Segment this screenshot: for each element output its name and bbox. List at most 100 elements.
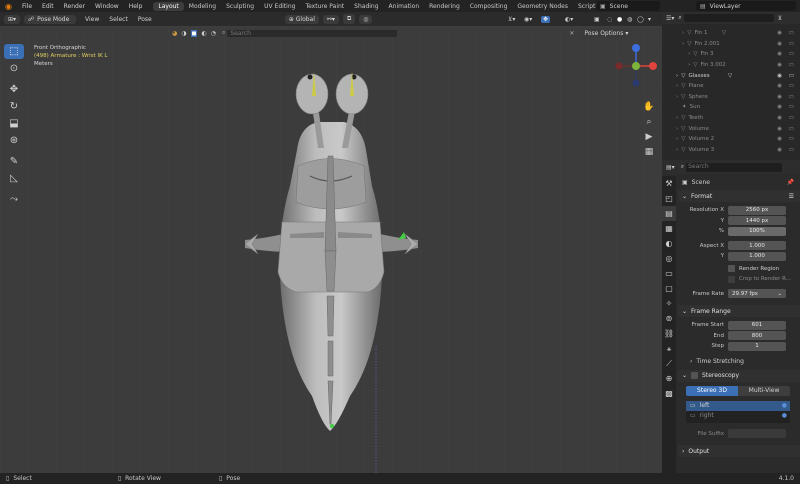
eye-icon[interactable]: ◉ [777,30,782,36]
pose-options-dropdown[interactable]: Pose Options ▾ [580,28,633,38]
expand-icon[interactable]: › [676,126,678,132]
section-stereoscopy[interactable]: ⌄ Stereoscopy [678,369,800,382]
eye-icon[interactable]: ◉ [777,51,782,57]
view-right-row[interactable]: ▭ right ● [686,411,790,421]
world-tab-icon[interactable]: ◎ [662,251,676,266]
rotate-tool-icon[interactable]: ↻ [4,99,24,114]
aspect-x-field[interactable]: 1.000 [728,241,786,251]
tab-compositing[interactable]: Compositing [465,2,513,11]
shading-material-icon[interactable]: ◍ [627,16,632,23]
expand-icon[interactable]: › [682,30,684,36]
pin-icon[interactable]: 📌 [787,179,794,186]
annotate-tool-icon[interactable]: ✎ [4,154,24,169]
camera-icon[interactable]: ▭ [789,126,794,132]
expand-icon[interactable]: › [676,115,678,121]
transform-orientation-dropdown[interactable]: ⊕ Global [284,14,319,24]
bone-constraints-tab-icon[interactable]: ⊕ [662,371,676,386]
outliner-item-glasses[interactable]: › ▽ Glasses ▽ ◉ ▭ [662,70,800,81]
overlay-toggle[interactable]: ◐▾ [565,16,573,23]
stereo-3d-button[interactable]: Stereo 3D [686,385,738,396]
editor-type-button[interactable]: ⊞▾ [4,14,21,24]
scene-tab-icon[interactable]: ◐ [662,236,676,251]
camera-icon[interactable]: ▭ [789,136,794,142]
expand-icon[interactable]: › [688,51,690,57]
asset-browser-icon[interactable]: ◕ [172,30,177,37]
view-layer-tab-icon[interactable]: ▦ [662,221,676,236]
object-tab-icon[interactable]: ▢ [662,281,676,296]
outliner-item-sun[interactable]: ✦ Sun ◉ ▭ [662,102,800,113]
section-output[interactable]: › Output [678,445,800,457]
texture-tab-icon[interactable]: ▩ [662,386,676,401]
eye-icon[interactable]: ◉ [777,83,782,89]
render-region-checkbox[interactable] [728,265,735,273]
frame-step-field[interactable]: 1 [728,341,786,351]
camera-icon[interactable]: ▭ [789,115,794,121]
eye-icon[interactable]: ◉ [777,136,782,142]
camera-icon[interactable]: ▭ [789,147,794,153]
frame-start-field[interactable]: 601 [728,320,786,330]
enabled-dot-icon[interactable]: ● [782,402,787,409]
camera-icon[interactable]: ▭ [789,104,794,110]
outliner-item-volume-3[interactable]: › ▽ Volume 3 ◉ ▭ [662,145,800,156]
eye-icon[interactable]: ◉ [777,94,782,100]
eye-icon[interactable]: ◉ [777,115,782,121]
outliner-editor-icon[interactable]: ☰▾ [666,15,674,22]
camera-icon[interactable]: ▭ [789,73,794,79]
close-search-icon[interactable]: ✕ [569,30,574,37]
view-left-row[interactable]: ▭ left ● [686,400,790,411]
tab-modeling[interactable]: Modeling [184,2,221,11]
camera-icon[interactable]: ▭ [789,41,794,47]
subsection-time-stretching[interactable]: › Time Stretching [678,356,800,368]
eye-icon[interactable]: ◉ [777,73,782,79]
tab-texture-paint[interactable]: Texture Paint [300,2,349,11]
camera-icon[interactable]: ▭ [789,94,794,100]
visibility-icon[interactable]: ◉▾ [524,16,532,23]
outliner-filter-icon[interactable]: ⊻ [778,15,782,22]
expand-icon[interactable]: › [676,136,678,142]
camera-icon[interactable]: ▭ [789,62,794,68]
properties-search-input[interactable]: Search [686,162,783,172]
shading-options-icon[interactable]: ▾ [648,16,651,23]
menu-select[interactable]: Select [104,16,133,23]
aspect-y-field[interactable]: 1.000 [728,251,786,261]
camera-view-icon[interactable]: ▶ [642,132,656,147]
tab-uv-editing[interactable]: UV Editing [259,2,300,11]
section-format[interactable]: ⌄ Format ☰ [678,190,800,202]
expand-icon[interactable]: › [676,94,678,100]
material-icon[interactable]: ◑ [181,30,186,37]
blender-logo-icon[interactable]: ◉ [0,2,17,11]
eye-icon[interactable]: ◉ [777,147,782,153]
stereoscopy-checkbox[interactable] [691,372,699,379]
modifiers-tab-icon[interactable]: ✧ [662,296,676,311]
outliner-item-volume[interactable]: › ▽ Volume ◉ ▭ [662,123,800,134]
properties-editor-icon[interactable]: ▤▾ [666,164,675,171]
eye-icon[interactable]: ◉ [777,62,782,68]
menu-file[interactable]: File [17,3,37,10]
expand-icon[interactable]: › [682,41,684,47]
menu-render[interactable]: Render [59,3,90,10]
mode-dropdown[interactable]: ☍ Pose Mode [24,14,77,24]
object-filter-icon[interactable]: ◔ [211,30,216,37]
tab-shading[interactable]: Shading [349,2,383,11]
bone-tab-icon[interactable]: ⟋ [662,356,676,371]
collection-tab-icon[interactable]: ▭ [662,266,676,281]
shading-solid-icon[interactable]: ● [617,16,622,23]
outliner-item-fin-1[interactable]: › ▽ Fin 1 ▽ ◉ ▭ [662,28,800,39]
pan-hand-icon[interactable]: ✋ [642,102,656,117]
tool-settings-tab-icon[interactable]: ⚒ [662,176,676,191]
viewport-3d[interactable]: Front Orthographic (498) Armature : Wris… [0,26,662,473]
scene-selector[interactable]: ▣ Scene [596,1,660,11]
tab-geometry-nodes[interactable]: Geometry Nodes [512,2,573,11]
gizmo-toggle[interactable]: ✥ [541,15,551,23]
crop-region-checkbox[interactable] [728,275,735,283]
menu-window[interactable]: Window [90,3,124,10]
xray-toggle[interactable]: ▣ [594,16,600,23]
pivot-dropdown[interactable]: ⚯▾ [322,14,339,24]
scale-tool-icon[interactable]: ⬓ [4,116,24,131]
view-layer-selector[interactable]: ▤ ViewLayer [696,1,796,11]
outliner-item-sphere[interactable]: › ▽ Sphere ◉ ▭ [662,92,800,103]
resolution-y-field[interactable]: 1440 px [728,216,786,226]
output-tab-icon[interactable]: ▤ [662,206,676,221]
expand-icon[interactable]: › [676,147,678,153]
eye-icon[interactable]: ◉ [777,126,782,132]
